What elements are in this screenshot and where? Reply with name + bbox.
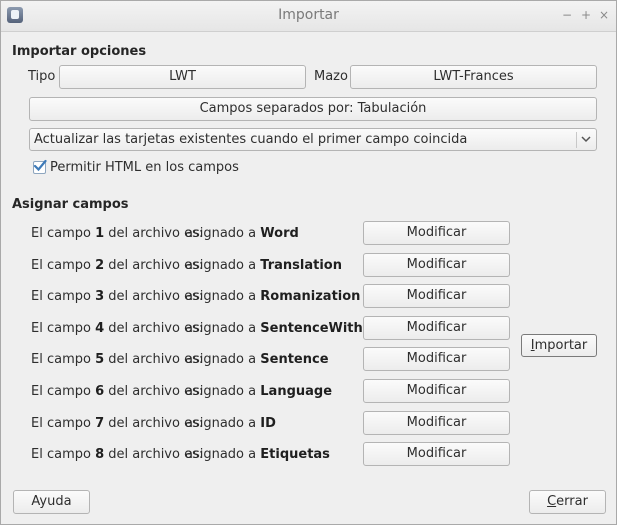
close-button[interactable]: Cerrar [529,490,606,514]
target-field-label: asignado a Word [185,226,299,241]
help-button[interactable]: Ayuda [13,490,90,514]
source-field-number: 1 [95,226,105,241]
update-mode-value: Actualizar las tarjetas existentes cuand… [34,132,468,147]
target-field-name: Translation [260,258,342,273]
source-field-number: 4 [95,321,105,336]
modify-button[interactable]: Modificar [363,284,510,308]
target-field-label: asignado a ID [185,416,276,431]
target-field-label: asignado a Romanization [185,289,360,304]
field-separator-button[interactable]: Campos separados por: Tabulación [29,97,597,121]
assigned-prefix: asignado a [185,226,257,241]
import-dialog: Importar − + × Importar opciones Tipo LW… [0,0,617,525]
source-field-prefix: El campo [31,416,91,431]
target-field-name: Sentence [260,352,329,367]
modify-button[interactable]: Modificar [363,411,510,435]
source-field-label: El campo 2 del archivo es: [31,258,203,273]
source-field-number: 7 [95,416,105,431]
modify-button[interactable]: Modificar [363,221,510,245]
target-field-name: Etiquetas [260,447,330,462]
source-field-label: El campo 1 del archivo es: [31,226,203,241]
target-field-name: Language [260,384,333,399]
deck-button[interactable]: LWT-Frances [350,65,597,89]
source-field-number: 8 [95,447,105,462]
modify-button[interactable]: Modificar [363,442,510,466]
maximize-button[interactable]: + [578,6,594,24]
source-field-number: 6 [95,384,105,399]
close-mnemonic: C [547,494,557,509]
target-field-label: asignado a SentenceWithGap [185,321,392,336]
chevron-down-icon [581,136,591,143]
source-field-label: El campo 6 del archivo es: [31,384,203,399]
combo-separator [576,132,577,148]
checkmark-icon [33,159,47,172]
source-field-prefix: El campo [31,352,91,367]
modify-button[interactable]: Modificar [363,316,510,340]
source-field-prefix: El campo [31,384,91,399]
allow-html-label: Permitir HTML en los campos [50,160,239,175]
target-field-name: Romanization [260,289,361,304]
assigned-prefix: asignado a [185,321,257,336]
type-label: Tipo [28,69,56,84]
source-field-number: 5 [95,352,105,367]
source-field-label: El campo 4 del archivo es: [31,321,203,336]
source-field-label: El campo 7 del archivo es: [31,416,203,431]
minimize-button[interactable]: − [559,6,575,24]
title-bar: Importar − + × [1,1,616,32]
target-field-label: asignado a Language [185,384,332,399]
target-field-name: ID [260,416,276,431]
source-field-number: 2 [95,258,105,273]
assigned-prefix: asignado a [185,352,257,367]
source-field-prefix: El campo [31,447,91,462]
source-field-prefix: El campo [31,289,91,304]
target-field-label: asignado a Sentence [185,352,329,367]
window-title: Importar [278,7,339,23]
target-field-label: asignado a Etiquetas [185,447,330,462]
import-options-heading: Importar opciones [12,44,147,59]
import-label-rest: mportar [534,338,588,353]
import-button[interactable]: Importar [521,334,597,357]
target-field-label: asignado a Translation [185,258,342,273]
assigned-prefix: asignado a [185,289,257,304]
modify-button[interactable]: Modificar [363,347,510,371]
source-field-number: 3 [95,289,105,304]
deck-label: Mazo [314,69,348,84]
assigned-prefix: asignado a [185,447,257,462]
assign-fields-heading: Asignar campos [12,197,129,212]
modify-button[interactable]: Modificar [363,379,510,403]
close-label-rest: errar [556,494,588,509]
source-field-prefix: El campo [31,258,91,273]
source-field-prefix: El campo [31,321,91,336]
assigned-prefix: asignado a [185,258,257,273]
modify-button[interactable]: Modificar [363,253,510,277]
allow-html-checkbox[interactable] [33,159,47,174]
source-field-label: El campo 8 del archivo es: [31,447,203,462]
source-field-prefix: El campo [31,226,91,241]
source-field-label: El campo 3 del archivo es: [31,289,203,304]
target-field-name: Word [260,226,299,241]
source-field-label: El campo 5 del archivo es: [31,352,203,367]
assigned-prefix: asignado a [185,416,257,431]
close-window-button[interactable]: × [596,6,612,24]
type-button[interactable]: LWT [59,65,306,89]
update-mode-select[interactable]: Actualizar las tarjetas existentes cuand… [29,128,597,151]
assigned-prefix: asignado a [185,384,257,399]
